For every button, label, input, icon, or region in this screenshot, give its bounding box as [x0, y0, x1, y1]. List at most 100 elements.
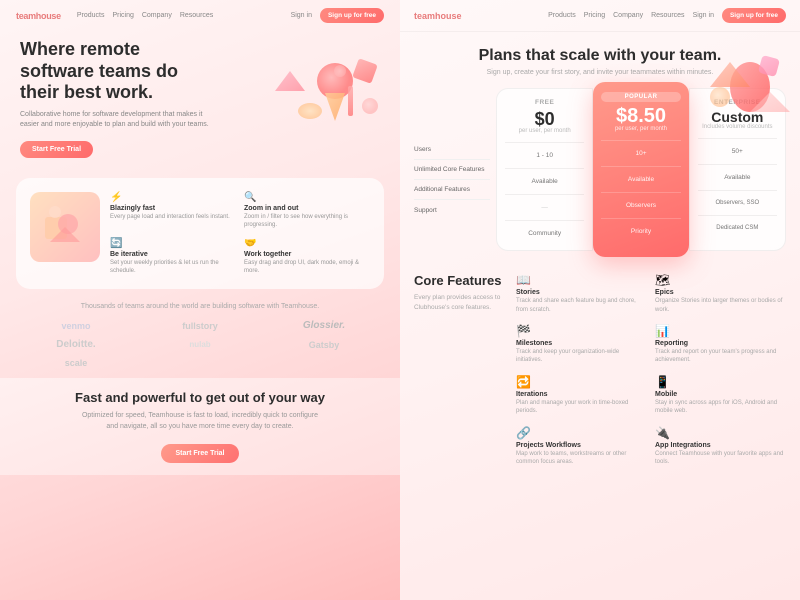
cta-subtitle: Optimized for speed, Teamhouse is fast t…	[80, 411, 320, 432]
plan-free-additional: —	[505, 201, 584, 214]
core-feature-epics: 🗺 Epics Organize Stories into larger the…	[655, 273, 786, 314]
core-feature-stories: 📖 Stories Track and share each feature b…	[516, 273, 647, 314]
left-panel: teamhouse Products Pricing Company Resou…	[0, 0, 400, 600]
stories-desc: Track and share each feature bug and cho…	[516, 297, 647, 314]
plan-popular-price: $8.50	[601, 106, 680, 126]
stories-name: Stories	[516, 289, 647, 296]
reporting-name: Reporting	[655, 340, 786, 347]
features-grid: ⚡ Blazingly fast Every page load and int…	[110, 192, 370, 276]
plan-popular-per: per user, per month	[601, 126, 680, 132]
hero-title: Where remote software teams do their bes…	[20, 39, 200, 104]
plan-free-per: per user, per month	[505, 128, 584, 134]
feature-zoom-title: Zoom in and out	[244, 205, 370, 212]
popular-badge: POPULAR	[601, 92, 680, 102]
plan-popular: POPULAR $8.50 per user, per month 10+ Av…	[593, 82, 688, 257]
core-features-section: Core Features Every plan provides access…	[400, 259, 800, 476]
plan-free-price: $0	[505, 110, 584, 128]
core-feature-iterations: 🔁 Iterations Plan and manage your work i…	[516, 375, 647, 416]
label-core: Unlimited Core Features	[414, 160, 490, 180]
feature-together: 🤝 Work together Easy drag and drop UI, d…	[244, 238, 370, 276]
plan-enterprise-additional: Observers, SSO	[698, 197, 777, 209]
plan-free: FREE $0 per user, per month 1 - 10 Avail…	[496, 88, 593, 251]
core-features-left: Core Features Every plan provides access…	[414, 273, 504, 466]
plan-popular-users: 10+	[601, 147, 680, 160]
reporting-desc: Track and report on your team's progress…	[655, 348, 786, 365]
plan-enterprise-users: 50+	[698, 145, 777, 158]
plan-popular-additional: Observers	[601, 199, 680, 212]
feature-together-title: Work together	[244, 251, 370, 258]
mobile-name: Mobile	[655, 391, 786, 398]
logo-scale: scale	[16, 358, 136, 368]
features-thumbnail	[30, 192, 100, 262]
plan-enterprise-support: Dedicated CSM	[698, 222, 777, 234]
plan-popular-core: Available	[601, 173, 680, 186]
logo-fullstory: fullstory	[140, 321, 260, 331]
right-nav-resources[interactable]: Resources	[651, 12, 684, 19]
cta-title: Fast and powerful to get out of your way	[20, 390, 380, 405]
right-nav-company[interactable]: Company	[613, 12, 643, 19]
integrations-name: App Integrations	[655, 442, 786, 449]
epics-name: Epics	[655, 289, 786, 296]
nav-signin[interactable]: Sign in	[291, 12, 312, 19]
workflows-icon: 🔗	[516, 426, 647, 440]
feature-fast-title: Blazingly fast	[110, 205, 236, 212]
core-features-subtitle: Every plan provides access to Clubhouse'…	[414, 293, 504, 313]
zoom-icon: 🔍	[244, 192, 370, 203]
feature-together-desc: Easy drag and drop UI, dark mode, emoji …	[244, 259, 370, 276]
stories-icon: 📖	[516, 273, 647, 287]
right-nav-products[interactable]: Products	[548, 12, 576, 19]
plan-free-label: FREE	[505, 99, 584, 106]
milestones-icon: 🏁	[516, 324, 647, 338]
mobile-icon: 📱	[655, 375, 786, 389]
hero-subtitle: Collaborative home for software developm…	[20, 110, 210, 131]
core-feature-reporting: 📊 Reporting Track and report on your tea…	[655, 324, 786, 365]
feature-fast: ⚡ Blazingly fast Every page load and int…	[110, 192, 236, 230]
plan-free-core: Available	[505, 175, 584, 188]
pricing-hero: Plans that scale with your team. Sign up…	[400, 32, 800, 84]
right-nav-pricing[interactable]: Pricing	[584, 12, 605, 19]
core-feature-milestones: 🏁 Milestones Track and keep your organiz…	[516, 324, 647, 365]
right-nav-cta-button[interactable]: Sign up for free	[722, 8, 786, 23]
iterations-icon: 🔁	[516, 375, 647, 389]
features-card: ⚡ Blazingly fast Every page load and int…	[16, 178, 384, 290]
plan-free-support: Community	[505, 227, 584, 240]
mobile-desc: Stay in sync across apps for iOS, Androi…	[655, 399, 786, 416]
feature-iterate-title: Be iterative	[110, 251, 236, 258]
iterations-desc: Plan and manage your work in time-boxed …	[516, 399, 647, 416]
right-nav: teamhouse Products Pricing Company Resou…	[400, 0, 800, 32]
core-features-title: Core Features	[414, 273, 504, 289]
hero-section: Where remote software teams do their bes…	[0, 31, 400, 158]
feature-iterate: 🔄 Be iterative Set your weekly prioritie…	[110, 238, 236, 276]
label-users: Users	[414, 140, 490, 160]
milestones-name: Milestones	[516, 340, 647, 347]
right-panel: teamhouse Products Pricing Company Resou…	[400, 0, 800, 600]
epics-icon: 🗺	[655, 273, 786, 287]
label-support: Support	[414, 200, 490, 220]
nav-company[interactable]: Company	[142, 12, 172, 19]
milestones-desc: Track and keep your organization-wide in…	[516, 348, 647, 365]
cta-section: Fast and powerful to get out of your way…	[0, 378, 400, 475]
right-nav-signin[interactable]: Sign in	[693, 12, 714, 19]
label-additional: Additional Features	[414, 180, 490, 200]
epics-desc: Organize Stories into larger themes or b…	[655, 297, 786, 314]
cta-button[interactable]: Start Free Trial	[161, 444, 238, 463]
logo-nulab: nulab	[140, 340, 260, 349]
logos-grid: venmo fullstory Glossier. Deloitte. nula…	[16, 320, 384, 368]
logo-glossier: Glossier.	[264, 320, 384, 331]
plan-popular-support: Priority	[601, 225, 680, 238]
fast-icon: ⚡	[110, 192, 236, 203]
left-logo: teamhouse	[16, 11, 61, 21]
logos-section: Thousands of teams around the world are …	[0, 289, 400, 378]
hero-cta-button[interactable]: Start Free Trial	[20, 141, 93, 158]
nav-cta-button[interactable]: Sign up for free	[320, 8, 384, 23]
nav-pricing[interactable]: Pricing	[112, 12, 133, 19]
core-feature-integrations: 🔌 App Integrations Connect Teamhouse wit…	[655, 426, 786, 467]
logos-title: Thousands of teams around the world are …	[16, 303, 384, 310]
left-nav: teamhouse Products Pricing Company Resou…	[0, 0, 400, 31]
feature-fast-desc: Every page load and interaction feels in…	[110, 213, 236, 221]
nav-products[interactable]: Products	[77, 12, 105, 19]
feature-zoom: 🔍 Zoom in and out Zoom in / filter to se…	[244, 192, 370, 230]
core-features-grid: 📖 Stories Track and share each feature b…	[516, 273, 786, 466]
left-nav-links: Products Pricing Company Resources	[77, 12, 283, 19]
nav-resources[interactable]: Resources	[180, 12, 213, 19]
